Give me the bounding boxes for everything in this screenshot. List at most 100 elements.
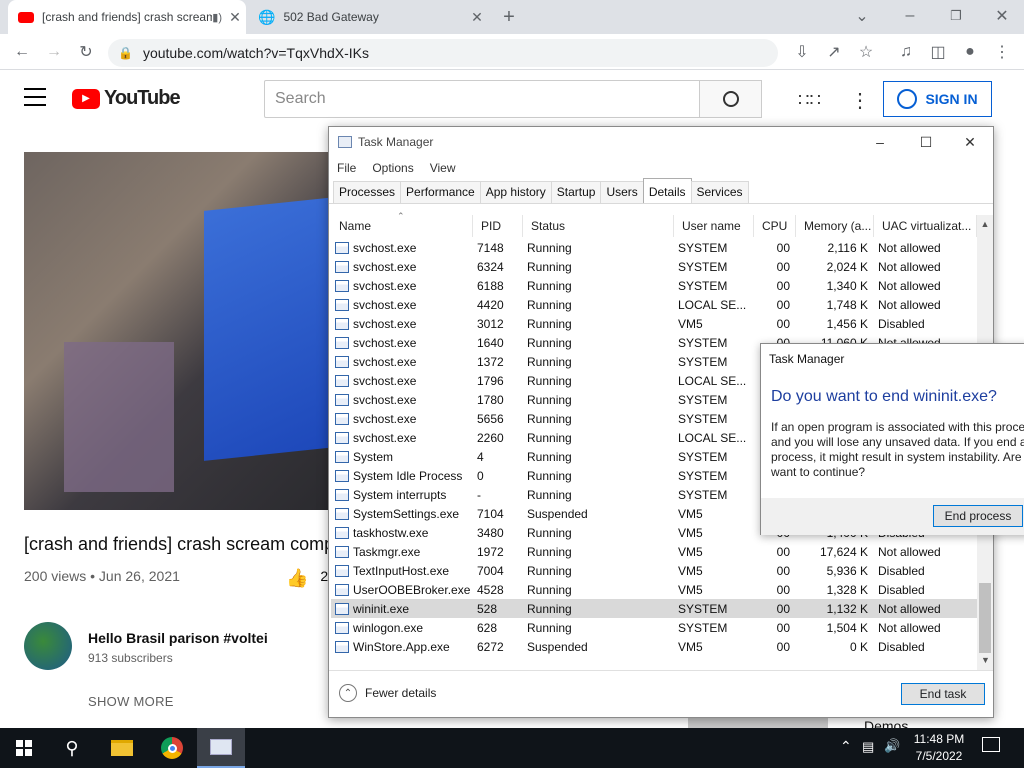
col-uac[interactable]: UAC virtualizat... xyxy=(874,215,977,237)
tm-maximize-button[interactable]: ☐ xyxy=(903,127,949,157)
bookmark-star-icon[interactable]: ☆ xyxy=(852,38,880,66)
menu-view[interactable]: View xyxy=(422,161,464,175)
cell-name: winlogon.exe xyxy=(331,621,473,635)
cell-name: svchost.exe xyxy=(331,241,473,255)
video-frame-laptop-screen xyxy=(204,193,334,461)
table-row[interactable]: Taskmgr.exe 1972 Running VM5 00 17,624 K Not a… xyxy=(331,542,977,561)
fewer-details-button[interactable]: ⌃ Fewer details xyxy=(339,684,436,702)
process-name: svchost.exe xyxy=(353,240,417,255)
cell-name: svchost.exe xyxy=(331,431,473,445)
apps-grid-icon[interactable]: ∷∷ xyxy=(798,90,821,111)
chrome-menu-icon[interactable]: ⋮ xyxy=(988,38,1016,66)
table-row[interactable]: TextInputHost.exe 7004 Running VM5 00 5,936 K… xyxy=(331,561,977,580)
process-icon xyxy=(335,526,349,539)
tab-services[interactable]: Services xyxy=(690,181,749,203)
cell-user: VM5 xyxy=(678,316,703,331)
tm-close-button[interactable]: ✕ xyxy=(947,127,993,157)
cell-user: LOCAL SE... xyxy=(678,373,747,388)
minimize-button[interactable]: – xyxy=(896,2,924,30)
col-status[interactable]: Status xyxy=(523,215,674,237)
like-button[interactable]: 👍 2 xyxy=(286,568,328,589)
cell-pid: 628 xyxy=(477,620,498,635)
video-player[interactable] xyxy=(24,152,334,510)
tab-app-history[interactable]: App history xyxy=(479,181,552,203)
cell-status: Running xyxy=(527,316,572,331)
forward-button[interactable]: → xyxy=(40,38,68,66)
scroll-down-arrow-icon[interactable]: ▼ xyxy=(981,655,990,665)
process-icon xyxy=(335,602,349,615)
process-name: svchost.exe xyxy=(353,259,417,274)
table-row[interactable]: UserOOBEBroker.exe 4528 Running VM5 00 1,328 … xyxy=(331,580,977,599)
share-icon[interactable]: ↗ xyxy=(820,38,848,66)
network-icon[interactable]: ▤ xyxy=(862,739,874,755)
cell-user: VM5 xyxy=(678,639,703,654)
close-tab-icon[interactable]: ✕ xyxy=(466,9,488,26)
cell-name: TextInputHost.exe xyxy=(331,564,473,578)
cell-user: SYSTEM xyxy=(678,620,728,635)
channel-avatar[interactable] xyxy=(24,622,72,670)
task-manager-taskbar-icon[interactable] xyxy=(197,728,245,768)
close-window-button[interactable]: ✕ xyxy=(988,2,1016,30)
table-row[interactable]: svchost.exe 3012 Running VM5 00 1,456 K Disabl… xyxy=(331,314,977,333)
back-button[interactable]: ← xyxy=(8,38,36,66)
show-more-button[interactable]: SHOW MORE xyxy=(88,694,174,709)
notification-icon[interactable] xyxy=(982,737,1000,752)
end-task-button[interactable]: End task xyxy=(901,683,985,705)
new-tab-button[interactable]: + xyxy=(495,3,523,31)
browser-tab-youtube[interactable]: [crash and friends] crash scream comp ▮)… xyxy=(8,0,246,34)
cell-status: Running xyxy=(527,373,572,388)
table-row[interactable]: svchost.exe 7148 Running SYSTEM 00 2,116 K Not… xyxy=(331,238,977,257)
sign-in-button[interactable]: SIGN IN xyxy=(883,81,992,117)
search-icon[interactable]: ⚲ xyxy=(48,728,96,768)
browser-tab-502[interactable]: 🌐 502 Bad Gateway ✕ xyxy=(248,0,488,34)
search-input[interactable]: Search xyxy=(264,80,700,118)
menu-options[interactable]: Options xyxy=(364,161,421,175)
chrome-icon[interactable] xyxy=(148,728,196,768)
cell-pid: 5656 xyxy=(477,411,504,426)
table-row[interactable]: wininit.exe 528 Running SYSTEM 00 1,132 K Not … xyxy=(331,599,977,618)
channel-name[interactable]: Hello Brasil parison #voltei xyxy=(88,630,268,646)
search-button[interactable] xyxy=(699,80,762,118)
media-control-icon[interactable]: ♫ xyxy=(892,38,920,66)
col-pid[interactable]: PID xyxy=(473,215,523,237)
tab-performance[interactable]: Performance xyxy=(400,181,481,203)
tab-processes[interactable]: Processes xyxy=(333,181,402,203)
youtube-logo[interactable]: ▶ YouTube xyxy=(72,87,181,110)
speaker-icon[interactable]: ▮) xyxy=(212,11,222,24)
settings-menu-icon[interactable]: ⋮ xyxy=(850,88,870,113)
cell-name: wininit.exe xyxy=(331,602,473,616)
close-tab-icon[interactable]: ✕ xyxy=(224,9,246,26)
reload-button[interactable]: ↻ xyxy=(72,38,100,66)
table-row[interactable]: winlogon.exe 628 Running SYSTEM 00 1,504 K Not… xyxy=(331,618,977,637)
cell-pid: 4528 xyxy=(477,582,504,597)
menu-file[interactable]: File xyxy=(329,161,364,175)
col-cpu[interactable]: CPU xyxy=(754,215,796,237)
account-circle-icon xyxy=(897,89,918,109)
tab-search-icon[interactable]: ⌄ xyxy=(848,2,876,30)
col-memory[interactable]: Memory (a... xyxy=(796,215,874,237)
table-row[interactable]: svchost.exe 4420 Running LOCAL SE... 00 1,748… xyxy=(331,295,977,314)
tab-startup[interactable]: Startup xyxy=(550,181,602,203)
end-process-button[interactable]: End process xyxy=(933,505,1023,527)
table-row[interactable]: svchost.exe 6324 Running SYSTEM 00 2,024 K Not… xyxy=(331,257,977,276)
install-icon[interactable]: ⇩ xyxy=(788,38,816,66)
profile-avatar-icon[interactable]: ● xyxy=(956,38,984,66)
hamburger-menu-icon[interactable] xyxy=(24,88,46,106)
start-windows-icon[interactable] xyxy=(0,728,48,768)
tab-details[interactable]: Details xyxy=(642,178,692,203)
tab-users[interactable]: Users xyxy=(600,181,644,203)
table-row[interactable]: svchost.exe 6188 Running SYSTEM 00 1,340 K Not… xyxy=(331,276,977,295)
file-explorer-icon[interactable] xyxy=(98,728,146,768)
process-icon xyxy=(335,241,349,254)
sidebar-thumbnail[interactable] xyxy=(688,718,828,728)
col-user-name[interactable]: User name xyxy=(674,215,754,237)
side-panel-icon[interactable]: ◫ xyxy=(924,38,952,66)
scrollbar-thumb[interactable] xyxy=(979,583,991,653)
restore-button[interactable]: ❐ xyxy=(942,2,970,30)
tm-minimize-button[interactable]: – xyxy=(857,127,903,157)
tray-chevron-icon[interactable]: ⌃ xyxy=(840,738,852,755)
scroll-up-arrow-icon[interactable]: ▲ xyxy=(977,219,993,229)
address-bar[interactable]: 🔒 youtube.com/watch?v=TqxVhdX-IKs xyxy=(108,39,778,67)
taskbar-clock[interactable]: 11:48 PM 7/5/2022 xyxy=(898,731,980,765)
table-row[interactable]: WinStore.App.exe 6272 Suspended VM5 00 0 K Dis… xyxy=(331,637,977,656)
